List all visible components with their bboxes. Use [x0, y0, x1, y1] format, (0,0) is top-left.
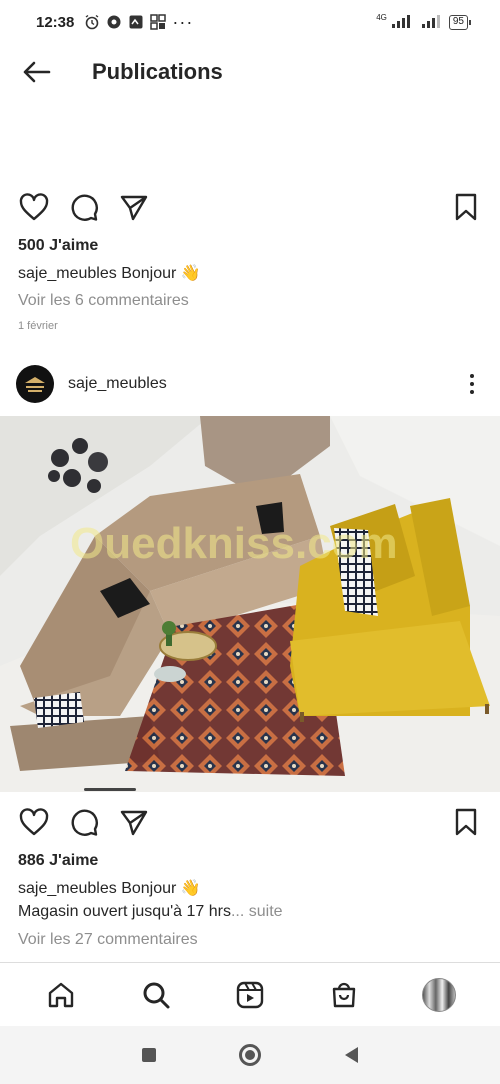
battery-icon: 95 — [448, 14, 472, 30]
post2-more-link[interactable]: suite — [249, 903, 283, 920]
save-button[interactable] — [448, 189, 484, 225]
share-button[interactable] — [116, 189, 152, 225]
nav-home[interactable] — [39, 973, 83, 1017]
notification-icons: ··· — [84, 12, 193, 33]
arrow-left-icon — [23, 61, 51, 83]
bookmark-icon — [455, 808, 477, 836]
post2-view-comments[interactable]: Voir les 27 commentaires — [18, 931, 198, 949]
home-icon — [48, 982, 74, 1007]
post2-avatar[interactable] — [16, 365, 54, 403]
nav-search[interactable] — [134, 973, 178, 1017]
status-bar: 12:38 ··· 4G 95 — [0, 0, 500, 44]
post2-caption-username[interactable]: saje_meubles — [18, 880, 117, 897]
send-icon — [120, 810, 148, 836]
comment-button[interactable] — [66, 189, 102, 225]
more-notifications-icon: ··· — [172, 11, 194, 32]
signal-icon-2 — [421, 15, 440, 28]
back-nav-button[interactable] — [345, 1047, 359, 1063]
post2-header: saje_meubles — [0, 360, 500, 408]
app-icon — [129, 15, 143, 29]
nav-reels[interactable] — [228, 973, 272, 1017]
shopping-bag-icon — [333, 982, 356, 1007]
post1-actions — [0, 185, 500, 229]
share-button[interactable] — [116, 804, 152, 840]
like-button[interactable] — [16, 189, 52, 225]
furniture-photo: Ouedkniss.com — [0, 416, 500, 792]
search-icon — [143, 982, 170, 1008]
dot — [470, 374, 474, 378]
send-icon — [120, 195, 148, 221]
post2-caption-line2: Magasin ouvert jusqu'à 17 hrs... suite — [18, 903, 283, 921]
carousel-indicator — [84, 788, 136, 791]
comment-icon — [71, 194, 98, 221]
chrome-icon — [107, 15, 121, 29]
home-button[interactable] — [239, 1044, 262, 1066]
back-button[interactable] — [0, 44, 72, 100]
nav-profile[interactable] — [417, 973, 461, 1017]
image-watermark: Ouedkniss.com — [70, 519, 398, 568]
recents-button[interactable] — [141, 1048, 156, 1062]
post1-caption-username[interactable]: saje_meubles — [18, 265, 117, 282]
post1-caption-text: Bonjour 👋 — [121, 265, 201, 282]
bookmark-icon — [455, 193, 477, 221]
post1-caption: saje_meubles Bonjour 👋 — [18, 263, 201, 283]
post2-caption: saje_meubles Bonjour 👋 — [18, 878, 201, 898]
post1-likes-count[interactable]: 500 J'aime — [18, 237, 98, 255]
post2-more-options-button[interactable] — [460, 369, 484, 399]
dot — [470, 382, 474, 386]
post1-date: 1 février — [18, 320, 58, 332]
post2-actions — [0, 800, 500, 844]
dot — [470, 390, 474, 394]
post2-username[interactable]: saje_meubles — [68, 375, 167, 393]
alarm-icon — [85, 14, 99, 30]
post2-photo[interactable]: Ouedkniss.com — [0, 416, 500, 792]
post2-likes-count[interactable]: 886 J'aime — [18, 852, 98, 870]
bottom-navigation — [0, 962, 500, 1026]
save-button[interactable] — [448, 804, 484, 840]
profile-avatar — [421, 977, 456, 1012]
like-button[interactable] — [16, 804, 52, 840]
post2-caption-text: Bonjour 👋 — [121, 880, 201, 897]
post2-caption-continued: Magasin ouvert jusqu'à 17 hrs — [18, 903, 231, 920]
page-title: Publications — [92, 59, 223, 84]
heart-icon — [19, 193, 49, 221]
comment-button[interactable] — [66, 804, 102, 840]
reels-icon — [236, 981, 264, 1008]
caption-ellipsis: ... — [230, 903, 245, 920]
clock: 12:38 — [36, 13, 75, 31]
signal-icon — [391, 15, 410, 28]
system-navigation-bar — [0, 1026, 500, 1084]
app-bar: Publications — [0, 44, 500, 100]
grid-icon — [150, 14, 167, 30]
network-type: 4G — [376, 12, 387, 22]
nav-shop[interactable] — [322, 973, 366, 1017]
brand-logo-icon — [25, 377, 45, 392]
comment-icon — [71, 809, 98, 836]
post1-view-comments[interactable]: Voir les 6 commentaires — [18, 292, 189, 310]
heart-icon — [19, 808, 49, 836]
